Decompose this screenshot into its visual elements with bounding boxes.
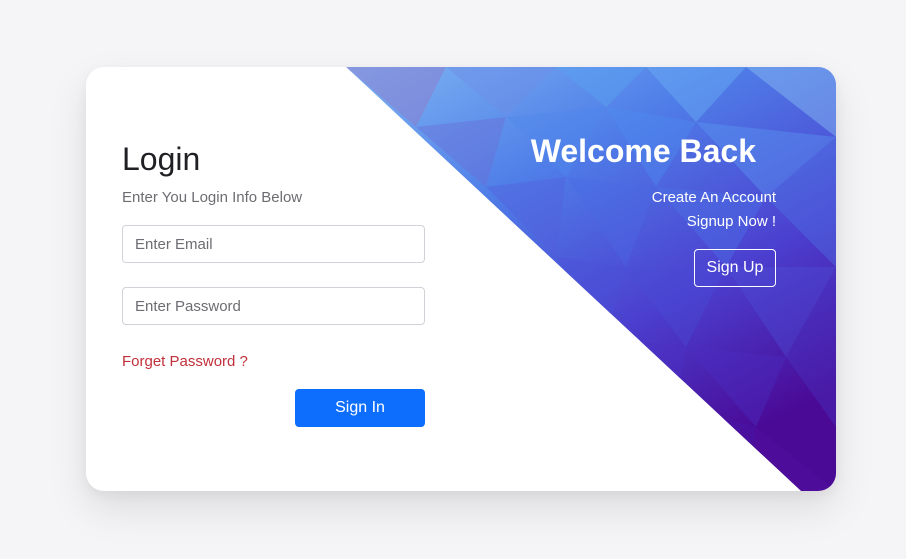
login-subtitle: Enter You Login Info Below — [122, 189, 303, 206]
create-account-text: Create An Account — [651, 189, 776, 206]
password-input[interactable] — [122, 287, 425, 325]
sign-in-button[interactable]: Sign In — [295, 389, 425, 427]
login-card: Login Enter You Login Info Below Forget … — [86, 67, 836, 491]
login-title: Login — [122, 141, 201, 177]
welcome-title: Welcome Back — [530, 133, 756, 169]
forget-password-link[interactable]: Forget Password ? — [122, 353, 248, 370]
sign-up-button[interactable]: Sign Up — [694, 249, 776, 287]
signup-now-text: Signup Now ! — [686, 213, 776, 230]
email-input[interactable] — [122, 225, 425, 263]
